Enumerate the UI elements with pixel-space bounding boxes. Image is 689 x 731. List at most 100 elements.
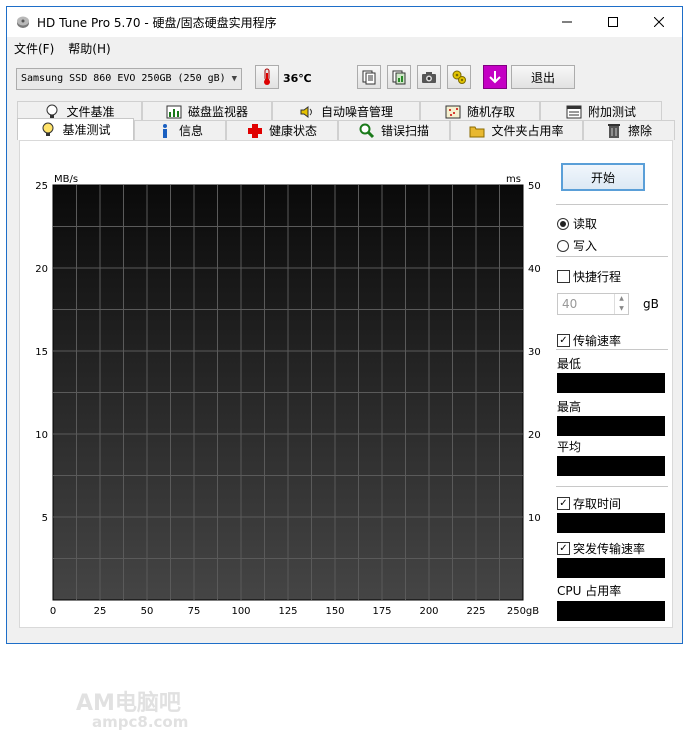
temperature-readout: 36℃ (283, 72, 312, 85)
y-right-tick-label: 30 (528, 347, 541, 358)
tab-disk-monitor[interactable]: 磁盘监视器 (142, 101, 272, 121)
divider (556, 349, 668, 350)
checkbox-box (557, 270, 570, 283)
control-panel: 开始 读取 写入 快捷行程 40 ▲ ▼ gB ✓ 传输速率 最低 最高 平均 … (550, 141, 674, 629)
max-label: 最高 (557, 400, 582, 414)
tab-error-scan[interactable]: 错误扫描 (338, 120, 450, 140)
min-label: 最低 (557, 357, 582, 371)
tab-label: 附加测试 (587, 105, 636, 119)
chevron-down-icon: ▼ (231, 74, 237, 84)
y-right-tick-label: 20 (528, 430, 541, 441)
trash-icon (606, 123, 622, 139)
tab-aam[interactable]: 自动噪音管理 (272, 101, 420, 121)
tab-folder-usage[interactable]: 文件夹占用率 (450, 120, 583, 140)
app-disk-icon (15, 14, 31, 30)
y-left-tick-label: 15 (35, 347, 48, 358)
drive-select[interactable]: Samsung SSD 860 EVO 250GB (250 gB) ▼ (16, 68, 242, 90)
save-button[interactable] (483, 65, 507, 89)
close-icon (654, 17, 664, 27)
access-time-box (557, 513, 665, 533)
drive-select-value: Samsung SSD 860 EVO 250GB (250 gB) (21, 73, 226, 84)
tab-label: 文件夹占用率 (491, 124, 564, 138)
copy-screen-button[interactable] (387, 65, 411, 89)
access-time-checkbox[interactable]: ✓ 存取时间 (557, 495, 621, 512)
watermark-url: ampc8.com (92, 713, 189, 731)
x-tick-label: 25 (94, 606, 107, 617)
tab-benchmark[interactable]: 基准测试 (17, 118, 134, 140)
quick-stroke-checkbox[interactable]: 快捷行程 (557, 268, 621, 285)
screenshot-button[interactable] (417, 65, 441, 89)
checkmark-icon: ✓ (557, 497, 570, 510)
magnifier-icon (359, 123, 375, 139)
quick-stroke-unit: gB (643, 297, 659, 311)
benchmark-chart: MB/s ms 0 25 50 75 100 125 150 175 200 225 250gB 5 10 1… (35, 174, 541, 617)
title-bar[interactable]: HD Tune Pro 5.70 - 硬盘/固态硬盘实用程序 (7, 7, 682, 37)
tab-label: 自动噪音管理 (320, 105, 393, 119)
x-tick-label: 200 (419, 606, 438, 617)
stepper-arrows-icon[interactable]: ▲ ▼ (614, 294, 628, 314)
stepper-value: 40 (562, 297, 578, 311)
camera-icon (422, 72, 436, 83)
checkmark-icon: ✓ (557, 542, 570, 555)
divider (556, 256, 668, 257)
copy-text-button[interactable] (357, 65, 381, 89)
radio-dot (557, 239, 569, 252)
app-window: HD Tune Pro 5.70 - 硬盘/固态硬盘实用程序 文件(F) 帮助(… (6, 6, 683, 731)
temperature-button[interactable] (255, 65, 279, 89)
x-tick-label: 225 (466, 606, 485, 617)
close-button[interactable] (636, 7, 682, 37)
mode-read-radio[interactable]: 读取 (557, 215, 597, 232)
divider (556, 486, 668, 487)
minimize-button[interactable] (544, 7, 590, 37)
y-left-tick-label: 10 (35, 430, 48, 441)
y-right-unit: ms (506, 174, 521, 185)
download-icon (489, 71, 501, 84)
x-tick-label: 250gB (507, 606, 539, 617)
tab-label: 健康状态 (268, 124, 317, 138)
red-cross-icon (247, 123, 263, 139)
start-button[interactable]: 开始 (561, 163, 645, 191)
divider (556, 204, 668, 205)
x-tick-label: 175 (372, 606, 391, 617)
window-list-icon (566, 104, 582, 120)
tab-erase[interactable]: 擦除 (583, 120, 675, 140)
x-tick-label: 0 (50, 606, 56, 617)
radio-label: 写入 (573, 239, 598, 253)
menu-file[interactable]: 文件(F) (7, 38, 61, 58)
cpu-usage-box (557, 601, 665, 621)
folder-icon (469, 123, 485, 139)
tab-random-access[interactable]: 随机存取 (420, 101, 540, 121)
tab-extra-tests[interactable]: 附加测试 (540, 101, 662, 121)
checkbox-label: 传输速率 (573, 334, 622, 348)
tab-info[interactable]: 信息 (134, 120, 226, 140)
exit-button[interactable]: 退出 (511, 65, 575, 89)
x-tick-label: 75 (188, 606, 201, 617)
x-tick-label: 150 (325, 606, 344, 617)
checkmark-icon: ✓ (557, 334, 570, 347)
quick-stroke-stepper[interactable]: 40 ▲ ▼ (557, 293, 629, 315)
menu-help[interactable]: 帮助(H) (61, 38, 117, 58)
tab-row-bottom: 基准测试 信息 健康状态 错误扫描 文件夹占用率 擦除 (17, 118, 675, 140)
tab-label: 擦除 (627, 124, 652, 138)
scatter-icon (445, 104, 461, 120)
menu-bar: 文件(F) 帮助(H) (7, 38, 682, 58)
options-icon (452, 70, 466, 84)
radio-label: 读取 (573, 217, 598, 231)
options-button[interactable] (447, 65, 471, 89)
thermometer-icon (264, 68, 270, 85)
tab-health[interactable]: 健康状态 (226, 120, 338, 140)
burst-rate-checkbox[interactable]: ✓ 突发传输速率 (557, 540, 645, 557)
tab-label: 基准测试 (62, 123, 111, 137)
transfer-rate-checkbox[interactable]: ✓ 传输速率 (557, 332, 621, 349)
mode-write-radio[interactable]: 写入 (557, 237, 597, 254)
tab-label: 随机存取 (466, 105, 515, 119)
y-right-tick-label: 10 (528, 513, 541, 524)
copy-screen-icon (392, 70, 406, 85)
tab-label: 错误扫描 (380, 124, 429, 138)
checkbox-label: 突发传输速率 (573, 542, 646, 556)
speaker-icon (299, 104, 315, 120)
y-right-tick-label: 40 (528, 264, 541, 275)
tab-label: 磁盘监视器 (187, 105, 248, 119)
info-icon (157, 123, 173, 139)
maximize-button[interactable] (590, 7, 636, 37)
